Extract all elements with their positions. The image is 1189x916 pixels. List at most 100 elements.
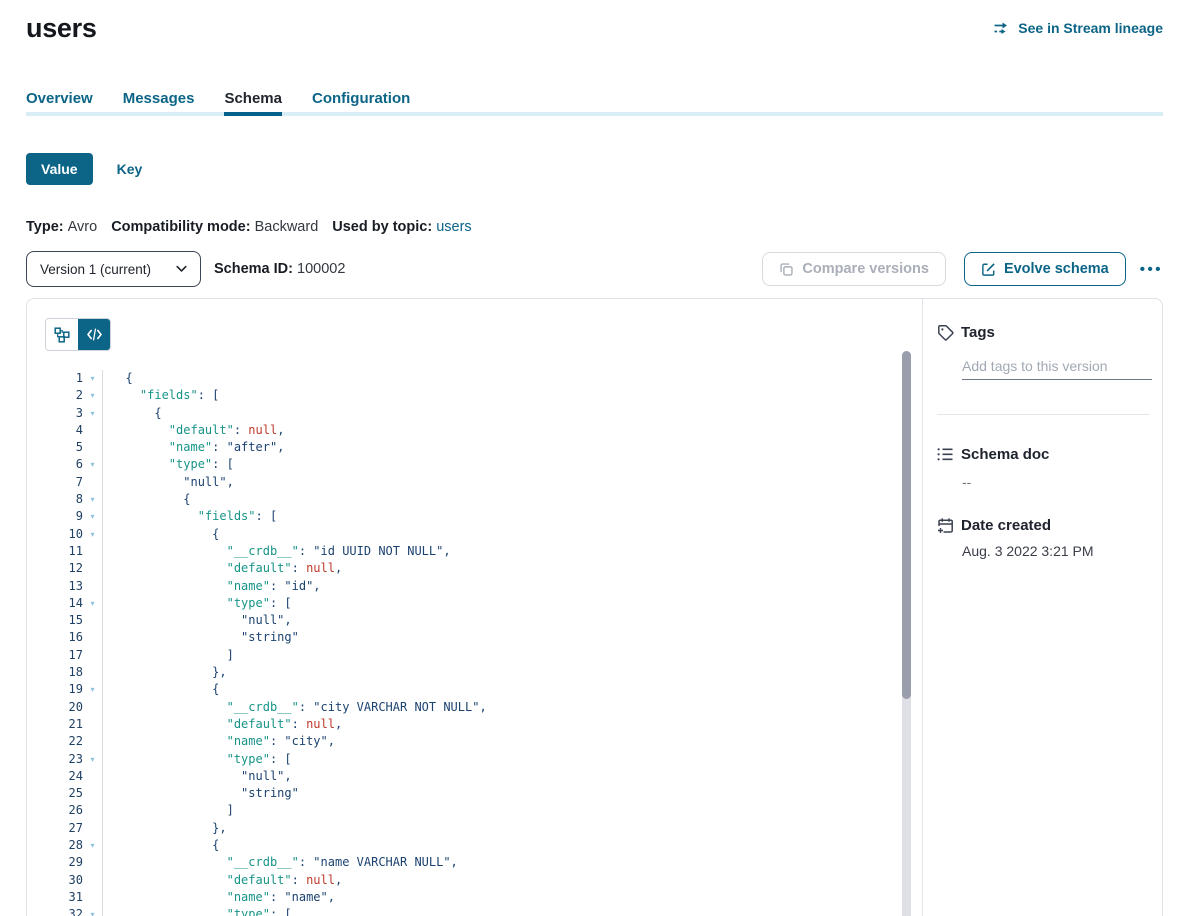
code-scrollbar-thumb[interactable] xyxy=(902,351,911,699)
code-line: 22 "name": "city", xyxy=(45,733,922,750)
code-line: 3▾ { xyxy=(45,405,922,422)
fold-spacer xyxy=(83,664,103,681)
tab-overview[interactable]: Overview xyxy=(26,90,93,107)
code-line: 25 "string" xyxy=(45,785,922,802)
evolve-schema-button[interactable]: Evolve schema xyxy=(964,252,1126,286)
tree-view-icon xyxy=(54,327,70,343)
fold-toggle-icon[interactable]: ▾ xyxy=(83,526,103,543)
code-text: "default": null, xyxy=(103,422,284,439)
see-in-stream-lineage-link[interactable]: See in Stream lineage xyxy=(993,20,1163,36)
fold-spacer xyxy=(83,612,103,629)
schema-doc-section: Schema doc -- xyxy=(937,446,1150,490)
code-text: { xyxy=(103,681,219,698)
code-line: 8▾ { xyxy=(45,491,922,508)
fold-spacer xyxy=(83,578,103,595)
code-brackets-icon xyxy=(87,328,102,341)
code-text: "type": [ xyxy=(103,751,292,768)
line-number: 1 xyxy=(45,370,83,387)
code-line: 26 ] xyxy=(45,802,922,819)
fold-spacer xyxy=(83,647,103,664)
version-select-value: Version 1 (current) xyxy=(40,262,151,277)
date-created-header: Date created xyxy=(937,517,1150,534)
meta-value-link[interactable]: users xyxy=(436,219,471,235)
fold-toggle-icon[interactable]: ▾ xyxy=(83,837,103,854)
line-number: 17 xyxy=(45,647,83,664)
code-line: 32▾ "type": [ xyxy=(45,906,922,916)
fold-toggle-icon[interactable]: ▾ xyxy=(83,387,103,404)
code-line: 12 "default": null, xyxy=(45,560,922,577)
code-text: }, xyxy=(103,820,227,837)
code-text: "name": "city", xyxy=(103,733,335,750)
code-text: }, xyxy=(103,664,227,681)
schema-doc-header: Schema doc xyxy=(937,446,1150,463)
evolve-schema-label: Evolve schema xyxy=(1004,261,1109,277)
tab-configuration[interactable]: Configuration xyxy=(312,90,410,107)
schema-panel: 1▾ {2▾ "fields": [3▾ {4 "default": null,… xyxy=(26,298,1163,916)
code-text: "type": [ xyxy=(103,595,292,612)
schema-id-label: Schema ID: xyxy=(214,261,293,277)
meta-item: Used by topic: users xyxy=(332,219,471,235)
fold-spacer xyxy=(83,854,103,871)
line-number: 26 xyxy=(45,802,83,819)
compare-versions-button[interactable]: Compare versions xyxy=(762,252,946,286)
code-text: "default": null, xyxy=(103,716,342,733)
code-line: 2▾ "fields": [ xyxy=(45,387,922,404)
schema-doc-value: -- xyxy=(962,474,1150,490)
code-line: 6▾ "type": [ xyxy=(45,456,922,473)
code-scrollbar-track[interactable] xyxy=(902,351,911,916)
list-icon xyxy=(937,447,954,462)
code-line: 14▾ "type": [ xyxy=(45,595,922,612)
tab-bar: Overview Messages Schema Configuration xyxy=(26,90,1163,107)
line-number: 31 xyxy=(45,889,83,906)
value-toggle-button[interactable]: Value xyxy=(26,153,93,185)
version-select[interactable]: Version 1 (current) xyxy=(26,251,201,287)
code-line: 10▾ { xyxy=(45,526,922,543)
date-created-title: Date created xyxy=(961,517,1051,534)
version-bar: Version 1 (current) Schema ID: 100002 Co… xyxy=(26,251,1163,287)
tab-underline-track xyxy=(26,112,1163,116)
code-text: "__crdb__": "city VARCHAR NOT NULL", xyxy=(103,699,487,716)
view-mode-toggle xyxy=(45,318,111,351)
code-line: 21 "default": null, xyxy=(45,716,922,733)
fold-toggle-icon[interactable]: ▾ xyxy=(83,906,103,916)
line-number: 3 xyxy=(45,405,83,422)
schema-id-value: 100002 xyxy=(297,261,345,277)
code-text: "null", xyxy=(103,474,234,491)
code-line: 1▾ { xyxy=(45,370,922,387)
code-line: 15 "null", xyxy=(45,612,922,629)
line-number: 11 xyxy=(45,543,83,560)
stream-lineage-icon xyxy=(993,21,1011,36)
fold-toggle-icon[interactable]: ▾ xyxy=(83,370,103,387)
line-number: 30 xyxy=(45,872,83,889)
fold-spacer xyxy=(83,716,103,733)
code-line: 31 "name": "name", xyxy=(45,889,922,906)
fold-toggle-icon[interactable]: ▾ xyxy=(83,681,103,698)
tab-messages[interactable]: Messages xyxy=(123,90,195,107)
copy-icon xyxy=(779,262,794,277)
tab-schema[interactable]: Schema xyxy=(224,90,282,107)
code-line: 23▾ "type": [ xyxy=(45,751,922,768)
tree-view-button[interactable] xyxy=(46,319,78,350)
code-lines: 1▾ {2▾ "fields": [3▾ {4 "default": null,… xyxy=(45,370,922,916)
fold-toggle-icon[interactable]: ▾ xyxy=(83,595,103,612)
fold-spacer xyxy=(83,629,103,646)
line-number: 4 xyxy=(45,422,83,439)
fold-toggle-icon[interactable]: ▾ xyxy=(83,751,103,768)
fold-toggle-icon[interactable]: ▾ xyxy=(83,405,103,422)
fold-toggle-icon[interactable]: ▾ xyxy=(83,508,103,525)
code-text: { xyxy=(103,491,190,508)
fold-spacer xyxy=(83,439,103,456)
fold-spacer xyxy=(83,889,103,906)
line-number: 29 xyxy=(45,854,83,871)
fold-toggle-icon[interactable]: ▾ xyxy=(83,456,103,473)
more-options-button[interactable]: ••• xyxy=(1140,261,1163,278)
schema-part-toggle: Value Key xyxy=(26,153,1163,185)
add-tags-input[interactable] xyxy=(962,358,1152,380)
code-view-button[interactable] xyxy=(78,319,110,350)
line-number: 28 xyxy=(45,837,83,854)
code-text: "type": [ xyxy=(103,906,292,916)
key-toggle-link[interactable]: Key xyxy=(117,161,143,177)
fold-toggle-icon[interactable]: ▾ xyxy=(83,491,103,508)
code-text: "__crdb__": "id UUID NOT NULL", xyxy=(103,543,451,560)
code-text: "default": null, xyxy=(103,560,342,577)
